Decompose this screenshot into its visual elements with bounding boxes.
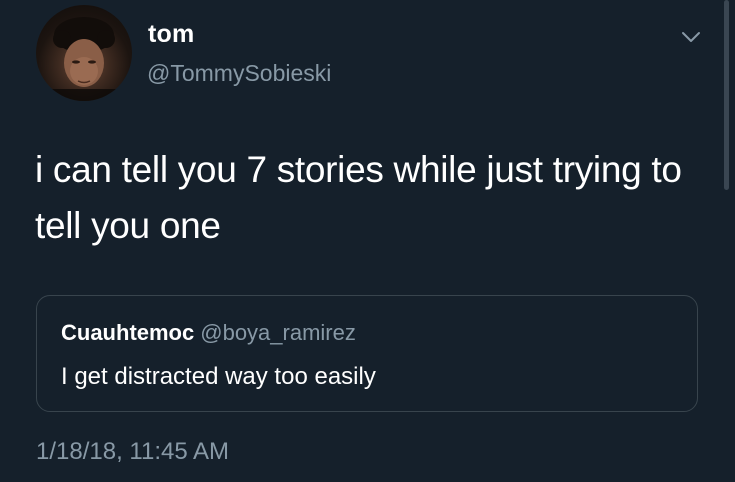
tweet-card: tom @TommySobieski i can tell you 7 stor… xyxy=(0,0,735,482)
quoted-tweet-header: Cuauhtemoc @boya_ramirez xyxy=(61,320,356,346)
tweet-text: i can tell you 7 stories while just tryi… xyxy=(35,149,682,246)
tweet-timestamp[interactable]: 1/18/18, 11:45 AM xyxy=(36,438,229,466)
avatar[interactable] xyxy=(36,5,132,101)
avatar-photo xyxy=(36,17,132,101)
author-handle[interactable]: @TommySobieski xyxy=(147,60,331,87)
scrollbar[interactable] xyxy=(724,0,729,190)
quoted-handle: @boya_ramirez xyxy=(200,320,356,345)
quoted-tweet-text: I get distracted way too easily xyxy=(61,363,376,390)
chevron-down-icon[interactable] xyxy=(681,30,701,44)
quoted-display-name: Cuauhtemoc xyxy=(61,320,195,345)
author-display-name[interactable]: tom xyxy=(148,20,194,49)
quoted-tweet[interactable]: Cuauhtemoc @boya_ramirez I get distracted… xyxy=(36,295,698,412)
